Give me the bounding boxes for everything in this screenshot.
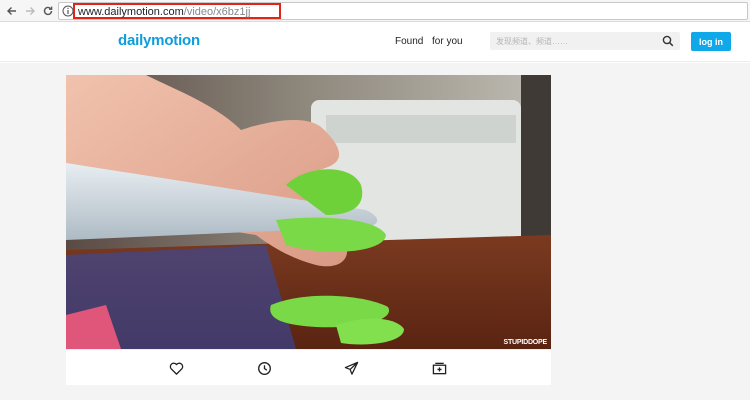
url-text[interactable]: www.dailymotion.com/video/x6bz1jj	[78, 6, 250, 18]
search-input[interactable]	[496, 35, 656, 47]
video-actions-bar	[66, 349, 551, 385]
search-icon[interactable]	[662, 35, 674, 47]
share-icon	[344, 361, 358, 375]
url-highlight: www.dailymotion.com/video/x6bz1jj	[73, 3, 281, 19]
video-watermark: STUPIDDOPE	[503, 339, 547, 346]
add-to-playlist-icon	[432, 362, 446, 374]
login-button[interactable]: log in	[691, 32, 731, 51]
browser-toolbar: www.dailymotion.com/video/x6bz1jj	[0, 0, 750, 22]
site-header: dailymotion Found for you log in	[0, 22, 750, 62]
arrow-right-icon	[26, 7, 35, 15]
nav-for-you-link[interactable]: for you	[432, 36, 463, 47]
forward-button[interactable]	[22, 3, 38, 19]
reload-icon	[43, 6, 53, 16]
dailymotion-logo[interactable]: dailymotion	[118, 32, 200, 49]
url-host: www.dailymotion.com	[78, 6, 184, 18]
address-bar[interactable]: www.dailymotion.com/video/x6bz1jj	[58, 2, 748, 20]
watch-later-button[interactable]	[256, 360, 272, 376]
clock-icon	[257, 361, 271, 375]
add-to-playlist-button[interactable]	[431, 360, 447, 376]
heart-icon	[169, 362, 183, 375]
url-path: /video/x6bz1jj	[183, 6, 251, 18]
video-frame	[66, 75, 551, 349]
reload-button[interactable]	[40, 3, 56, 19]
share-button[interactable]	[343, 360, 359, 376]
nav-found-link[interactable]: Found	[395, 36, 423, 47]
search-box	[490, 32, 680, 50]
back-button[interactable]	[4, 3, 20, 19]
video-player[interactable]: STUPIDDOPE	[66, 75, 551, 349]
like-button[interactable]	[168, 360, 184, 376]
arrow-left-icon	[7, 7, 16, 15]
